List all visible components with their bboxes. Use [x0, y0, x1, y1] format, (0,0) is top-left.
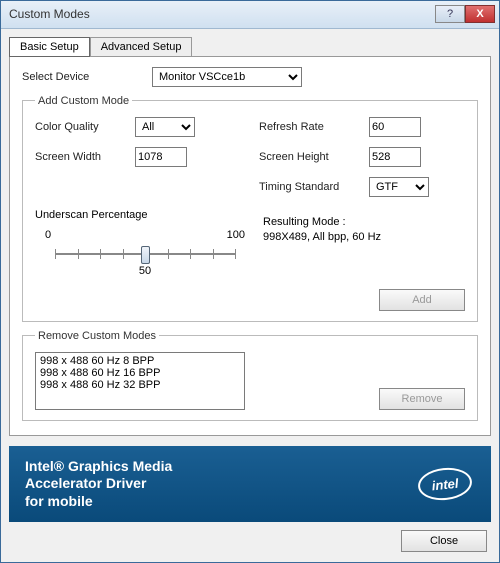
underscan-min: 0 [45, 229, 51, 241]
resulting-mode-block: Resulting Mode : 998X489, All bpp, 60 Hz [263, 209, 465, 281]
titlebar-buttons: ? X [435, 5, 495, 23]
tab-strip: Basic Setup Advanced Setup [9, 37, 491, 56]
underscan-center: 50 [45, 265, 245, 277]
list-item[interactable]: 998 x 488 60 Hz 32 BPP [40, 379, 240, 391]
spacer-cell [35, 177, 241, 197]
intel-banner: Intel® Graphics Media Accelerator Driver… [9, 446, 491, 523]
tab-advanced-setup[interactable]: Advanced Setup [90, 37, 193, 56]
list-item[interactable]: 998 x 488 60 Hz 8 BPP [40, 355, 240, 367]
add-custom-mode-group: Add Custom Mode Color Quality All Refres… [22, 95, 478, 322]
product-name: Intel® Graphics Media Accelerator Driver… [25, 458, 415, 511]
select-device-label: Select Device [22, 71, 152, 83]
timing-standard-dropdown[interactable]: GTF [369, 177, 429, 197]
underscan-slider[interactable]: 0 100 [45, 229, 245, 277]
close-icon[interactable]: X [465, 5, 495, 23]
slider-thumb[interactable] [141, 246, 150, 264]
refresh-rate-row: Refresh Rate [259, 117, 465, 137]
window-title: Custom Modes [9, 7, 435, 21]
add-custom-mode-legend: Add Custom Mode [35, 95, 132, 107]
color-quality-label: Color Quality [35, 121, 135, 133]
remove-custom-modes-group: Remove Custom Modes 998 x 488 60 Hz 8 BP… [22, 330, 478, 421]
client-area: Basic Setup Advanced Setup Select Device… [1, 29, 499, 563]
screen-height-label: Screen Height [259, 151, 369, 163]
screen-width-label: Screen Width [35, 151, 135, 163]
timing-standard-label: Timing Standard [259, 181, 369, 193]
custom-modes-window: Custom Modes ? X Basic Setup Advanced Se… [0, 0, 500, 563]
refresh-rate-input[interactable] [369, 117, 421, 137]
help-button[interactable]: ? [435, 5, 465, 23]
refresh-rate-label: Refresh Rate [259, 121, 369, 133]
underscan-label: Underscan Percentage [35, 209, 245, 221]
screen-width-row: Screen Width [35, 147, 241, 167]
titlebar: Custom Modes ? X [1, 1, 499, 29]
custom-modes-listbox[interactable]: 998 x 488 60 Hz 8 BPP 998 x 488 60 Hz 16… [35, 352, 245, 410]
timing-standard-row: Timing Standard GTF [259, 177, 465, 197]
tab-basic-setup[interactable]: Basic Setup [9, 37, 90, 57]
dialog-footer: Close [9, 522, 491, 554]
add-button[interactable]: Add [379, 289, 465, 311]
screen-height-input[interactable] [369, 147, 421, 167]
banner-line2: Accelerator Driver [25, 475, 146, 491]
slider-track[interactable] [55, 243, 235, 265]
banner-line1: Intel® Graphics Media [25, 458, 172, 474]
tab-pane-basic: Select Device Monitor VSCce1b Add Custom… [9, 56, 491, 436]
remove-custom-modes-legend: Remove Custom Modes [35, 330, 159, 342]
list-item[interactable]: 998 x 488 60 Hz 16 BPP [40, 367, 240, 379]
intel-logo-icon: intel [415, 464, 475, 504]
close-button[interactable]: Close [401, 530, 487, 552]
color-quality-dropdown[interactable]: All [135, 117, 195, 137]
screen-width-input[interactable] [135, 147, 187, 167]
screen-height-row: Screen Height [259, 147, 465, 167]
resulting-mode-label: Resulting Mode : [263, 215, 465, 230]
underscan-block: Underscan Percentage 0 100 [35, 209, 245, 281]
remove-button[interactable]: Remove [379, 388, 465, 410]
banner-line3: for mobile [25, 493, 93, 509]
select-device-dropdown[interactable]: Monitor VSCce1b [152, 67, 302, 87]
resulting-mode-value: 998X489, All bpp, 60 Hz [263, 230, 465, 245]
color-quality-row: Color Quality All [35, 117, 241, 137]
underscan-max: 100 [227, 229, 245, 241]
select-device-row: Select Device Monitor VSCce1b [22, 67, 478, 87]
